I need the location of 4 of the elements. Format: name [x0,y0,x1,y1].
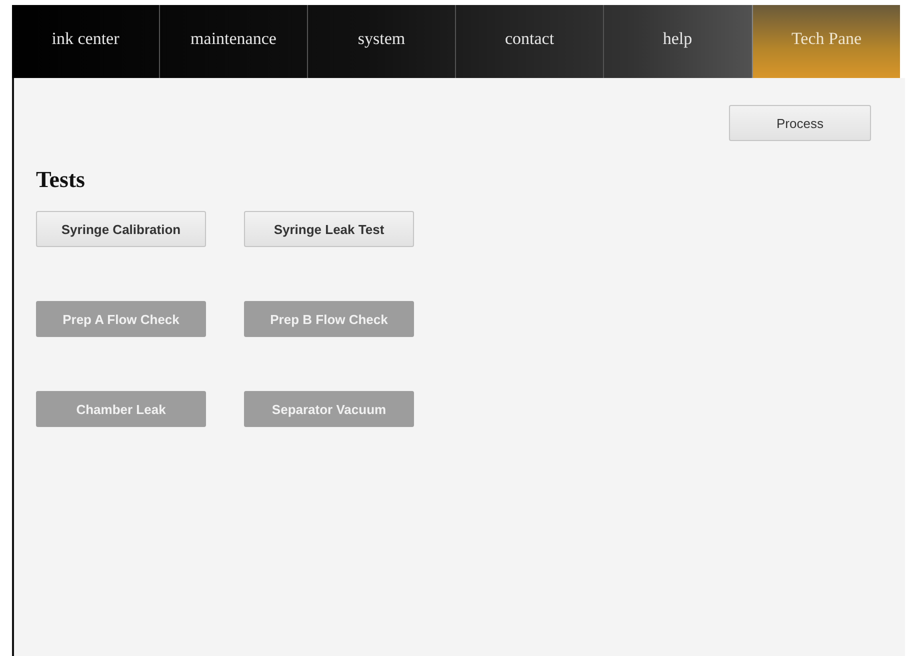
test-button[interactable]: Syringe Calibration [36,211,206,247]
section-heading: Tests [36,167,86,193]
process-button[interactable]: Process [729,105,871,141]
test-button[interactable]: Syringe Leak Test [244,211,414,247]
